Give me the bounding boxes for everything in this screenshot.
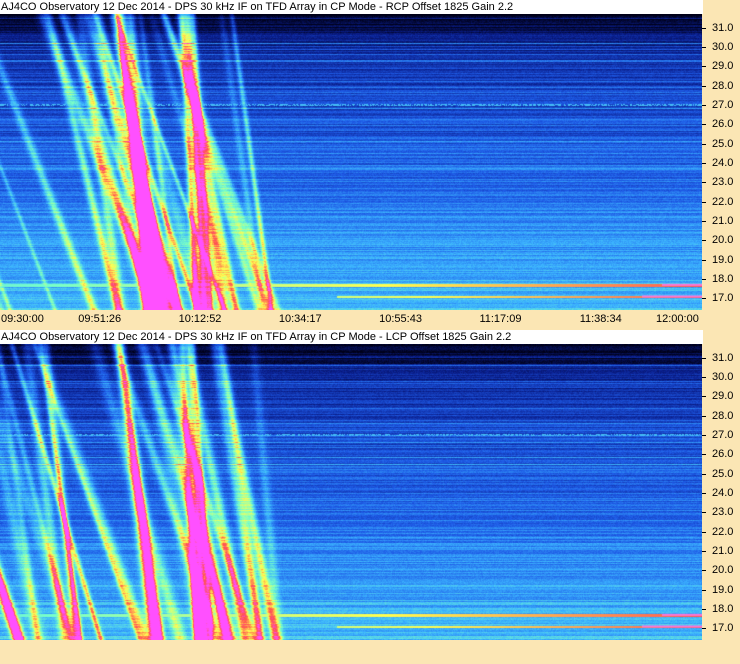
y-tick [702,473,706,475]
y-tick [702,143,706,145]
y-tick [702,27,706,29]
y-tick [702,415,706,417]
spectrogram-canvas [0,14,702,310]
y-tick [702,531,706,533]
footer-bar [0,642,740,664]
y-tick-label: 22.0 [712,525,734,538]
y-tick-label: 17.0 [712,292,734,305]
y-tick-label: 25.0 [712,137,734,150]
x-tick-label: 10:12:52 [178,313,222,325]
y-tick [702,396,706,398]
spectrogram-canvas [0,344,702,640]
y-tick-label: 28.0 [712,79,734,92]
spectrogram-plot [0,14,702,310]
y-tick-label: 23.0 [712,506,734,519]
y-tick-label: 17.0 [712,622,734,635]
y-tick [702,240,706,242]
y-tick-label: 19.0 [712,253,734,266]
y-tick [702,298,706,300]
y-tick [702,376,706,378]
x-tick-label: 09:30:00 [1,313,44,325]
y-tick-label: 23.0 [712,176,734,189]
x-tick-label: 11:38:34 [579,313,622,325]
y-tick-label: 22.0 [712,195,734,208]
spectrogram-plot [0,344,702,640]
frequency-axis: 31.0 30.0 29.0 28.0 27.0 26.0 25.0 24.0 23.0 22.0… [702,14,740,310]
y-tick-label: 18.0 [712,603,734,616]
panel-title: AJ4CO Observatory 12 Dec 2014 - DPS 30 k… [0,330,703,344]
y-tick-label: 18.0 [712,273,734,286]
y-tick [702,512,706,514]
y-tick-label: 27.0 [712,428,734,441]
y-tick-label: 29.0 [712,390,734,403]
y-tick [702,201,706,203]
y-tick [702,46,706,48]
y-tick-label: 20.0 [712,234,734,247]
y-tick-label: 20.0 [712,564,734,577]
y-tick-label: 31.0 [712,21,734,34]
y-tick [702,454,706,456]
y-tick [702,609,706,611]
x-tick-label: 12:00:00 [656,313,699,325]
y-tick-label: 27.0 [712,98,734,111]
y-tick-label: 26.0 [712,448,734,461]
y-tick-label: 28.0 [712,409,734,422]
y-tick [702,357,706,359]
y-tick [702,570,706,572]
y-tick [702,589,706,591]
y-tick [702,66,706,68]
panel-title: AJ4CO Observatory 12 Dec 2014 - DPS 30 k… [0,0,703,14]
y-tick [702,628,706,630]
y-tick [702,124,706,126]
y-tick [702,162,706,164]
x-tick-label: 10:34:17 [278,313,322,325]
y-tick-label: 26.0 [712,118,734,131]
y-tick-label: 29.0 [712,60,734,73]
time-axis: 09:30:00 09:51:26 10:12:52 10:34:17 10:55:43… [0,310,740,330]
y-tick-label: 25.0 [712,467,734,480]
spectrogram-panel-lcp: AJ4CO Observatory 12 Dec 2014 - DPS 30 k… [0,330,740,642]
y-tick [702,221,706,222]
y-tick [702,104,706,106]
y-tick-label: 30.0 [712,370,734,383]
x-tick-label: 09:51:26 [78,313,122,325]
frequency-axis: 31.0 30.0 29.0 28.0 27.0 26.0 25.0 24.0 23.0 22.0… [702,344,740,640]
y-tick-label: 19.0 [712,583,734,596]
y-tick-label: 21.0 [712,215,734,227]
y-tick-label: 31.0 [712,351,734,364]
y-tick [702,279,706,281]
y-tick-label: 30.0 [712,40,734,53]
x-tick-label: 10:55:43 [379,313,422,325]
y-tick [702,434,706,436]
y-tick [702,182,706,184]
y-tick-label: 24.0 [712,486,734,499]
y-tick [702,551,706,552]
y-tick [702,85,706,87]
y-tick [702,492,706,494]
x-tick-label: 11:17:09 [479,313,522,325]
y-tick-label: 24.0 [712,156,734,169]
spectrogram-panel-rcp: AJ4CO Observatory 12 Dec 2014 - DPS 30 k… [0,0,740,330]
y-tick-label: 21.0 [712,545,734,557]
y-tick [702,259,706,261]
